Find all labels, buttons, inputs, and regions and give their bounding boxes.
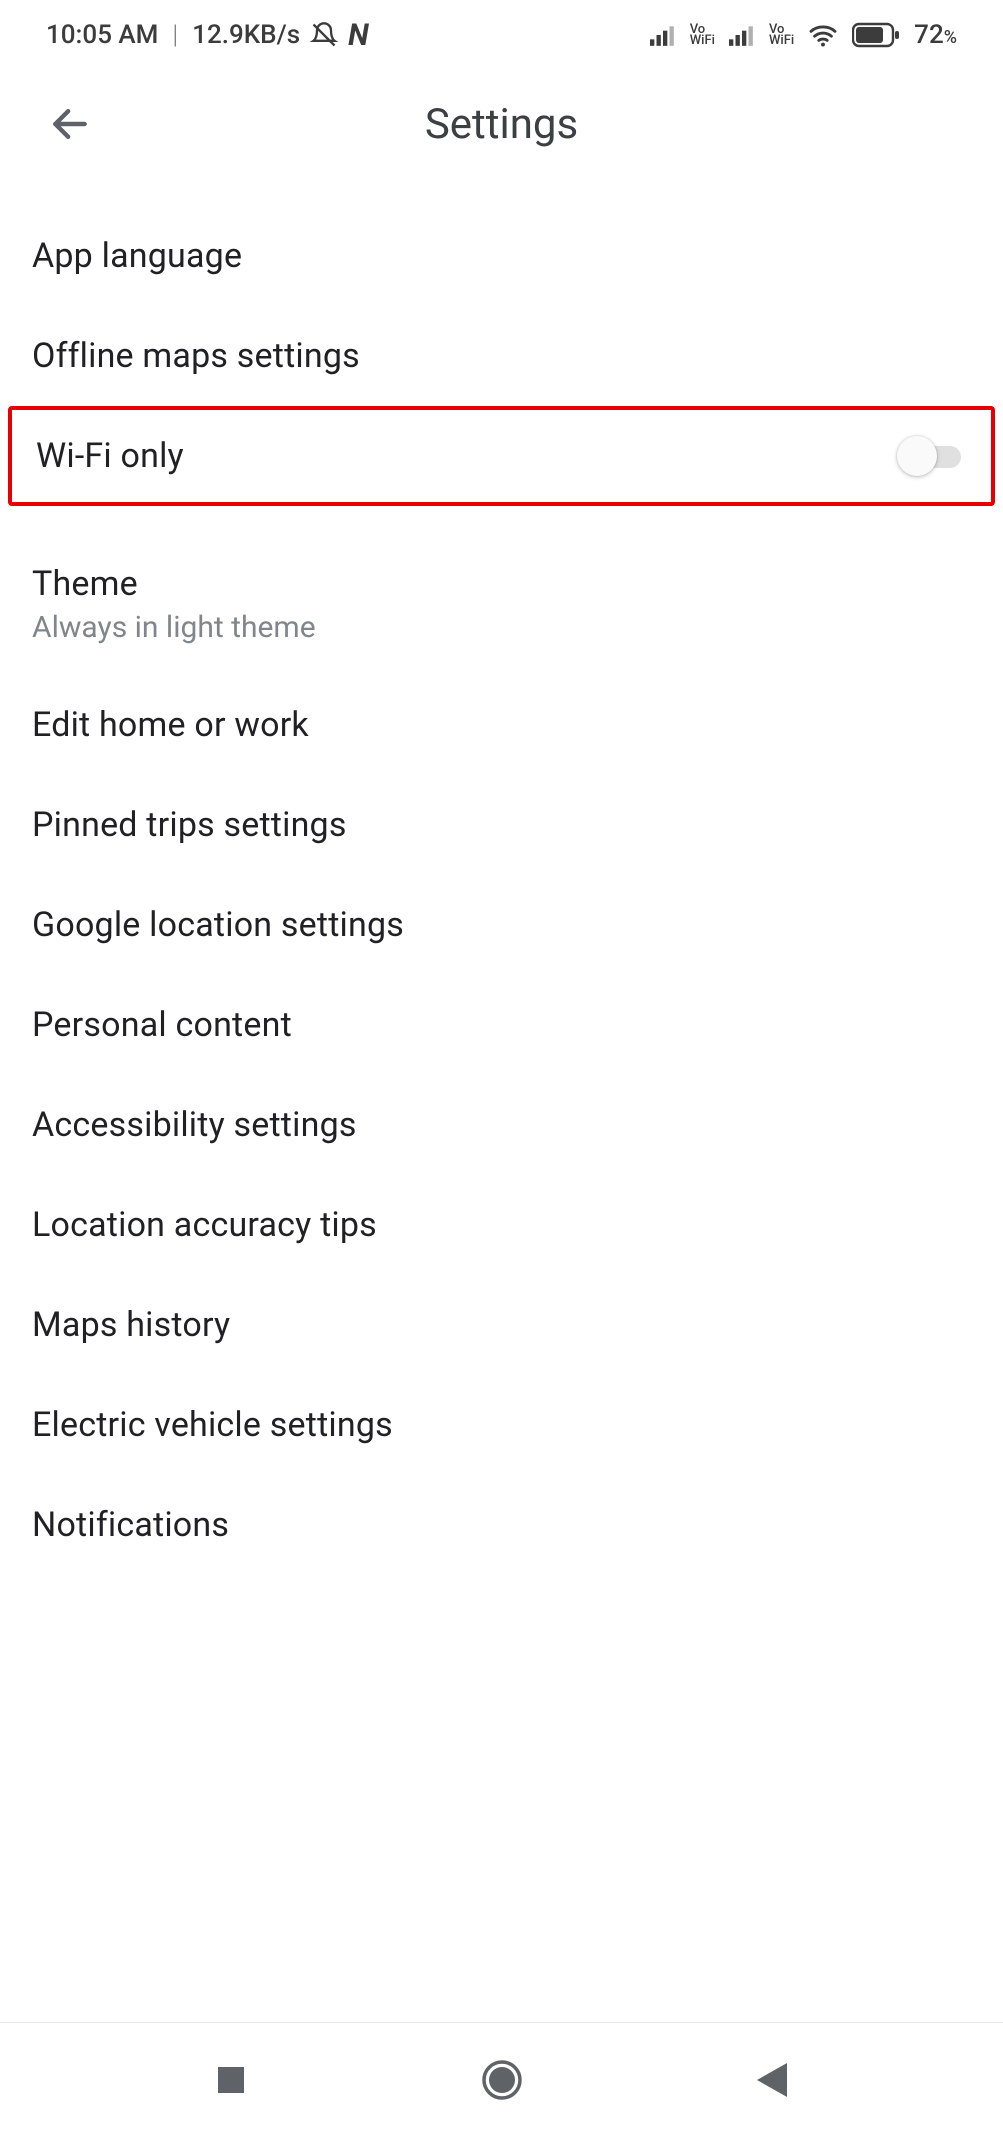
battery-icon [852, 22, 900, 48]
row-google-location[interactable]: Google location settings [0, 875, 1003, 975]
circle-icon [481, 2059, 523, 2101]
row-label: Electric vehicle settings [32, 1405, 393, 1445]
row-maps-history[interactable]: Maps history [0, 1275, 1003, 1375]
nav-back-button[interactable] [732, 2040, 812, 2120]
system-nav-bar [0, 2023, 1003, 2136]
settings-list: App language Offline maps settings Wi-Fi… [0, 206, 1003, 1575]
status-time: 10:05 AM [46, 20, 158, 50]
row-notifications[interactable]: Notifications [0, 1475, 1003, 1575]
row-label: Theme [32, 564, 316, 604]
status-left: 10:05 AM | 12.9KB/s N [46, 18, 369, 53]
row-label: Notifications [32, 1505, 229, 1545]
vowifi-icon-2: Vo WiFi [769, 24, 794, 46]
row-label: Offline maps settings [32, 336, 360, 376]
page-title: Settings [0, 100, 1003, 149]
arrow-back-icon [48, 102, 92, 146]
status-data-rate: 12.9KB/s [192, 20, 300, 50]
row-pinned-trips[interactable]: Pinned trips settings [0, 775, 1003, 875]
letter-n-icon: N [348, 18, 369, 53]
row-label: Location accuracy tips [32, 1205, 377, 1245]
wifi-only-toggle[interactable] [897, 436, 967, 476]
nav-home-button[interactable] [462, 2040, 542, 2120]
row-label: Personal content [32, 1005, 292, 1045]
row-label: Pinned trips settings [32, 805, 347, 845]
row-personal-content[interactable]: Personal content [0, 975, 1003, 1075]
row-location-tips[interactable]: Location accuracy tips [0, 1175, 1003, 1275]
back-button[interactable] [40, 94, 100, 154]
row-label: Maps history [32, 1305, 230, 1345]
triangle-back-icon [757, 2063, 787, 2097]
app-bar: Settings [0, 70, 1003, 178]
row-label: Accessibility settings [32, 1105, 357, 1145]
row-offline-maps[interactable]: Offline maps settings [0, 306, 1003, 406]
nav-recents-button[interactable] [191, 2040, 271, 2120]
signal-icon-2 [729, 24, 755, 46]
row-app-language[interactable]: App language [0, 206, 1003, 306]
row-sublabel: Always in light theme [32, 610, 316, 645]
row-wifi-only[interactable]: Wi-Fi only [8, 406, 995, 506]
battery-percent: 72% [914, 20, 957, 50]
row-label: Google location settings [32, 905, 404, 945]
row-accessibility[interactable]: Accessibility settings [0, 1075, 1003, 1175]
row-edit-home-work[interactable]: Edit home or work [0, 675, 1003, 775]
vowifi-icon: Vo WiFi [690, 24, 715, 46]
switch-thumb [897, 436, 937, 476]
row-label: Edit home or work [32, 705, 309, 745]
row-label: Wi-Fi only [36, 436, 184, 476]
status-right: Vo WiFi Vo WiFi [650, 20, 957, 50]
signal-icon [650, 24, 676, 46]
row-theme[interactable]: Theme Always in light theme [0, 534, 1003, 675]
status-divider: | [172, 20, 178, 50]
row-label: App language [32, 236, 242, 276]
status-bar: 10:05 AM | 12.9KB/s N Vo WiFi [0, 0, 1003, 70]
wifi-icon [808, 23, 838, 47]
row-ev-settings[interactable]: Electric vehicle settings [0, 1375, 1003, 1475]
square-icon [216, 2065, 246, 2095]
dnd-mute-icon [310, 21, 338, 49]
